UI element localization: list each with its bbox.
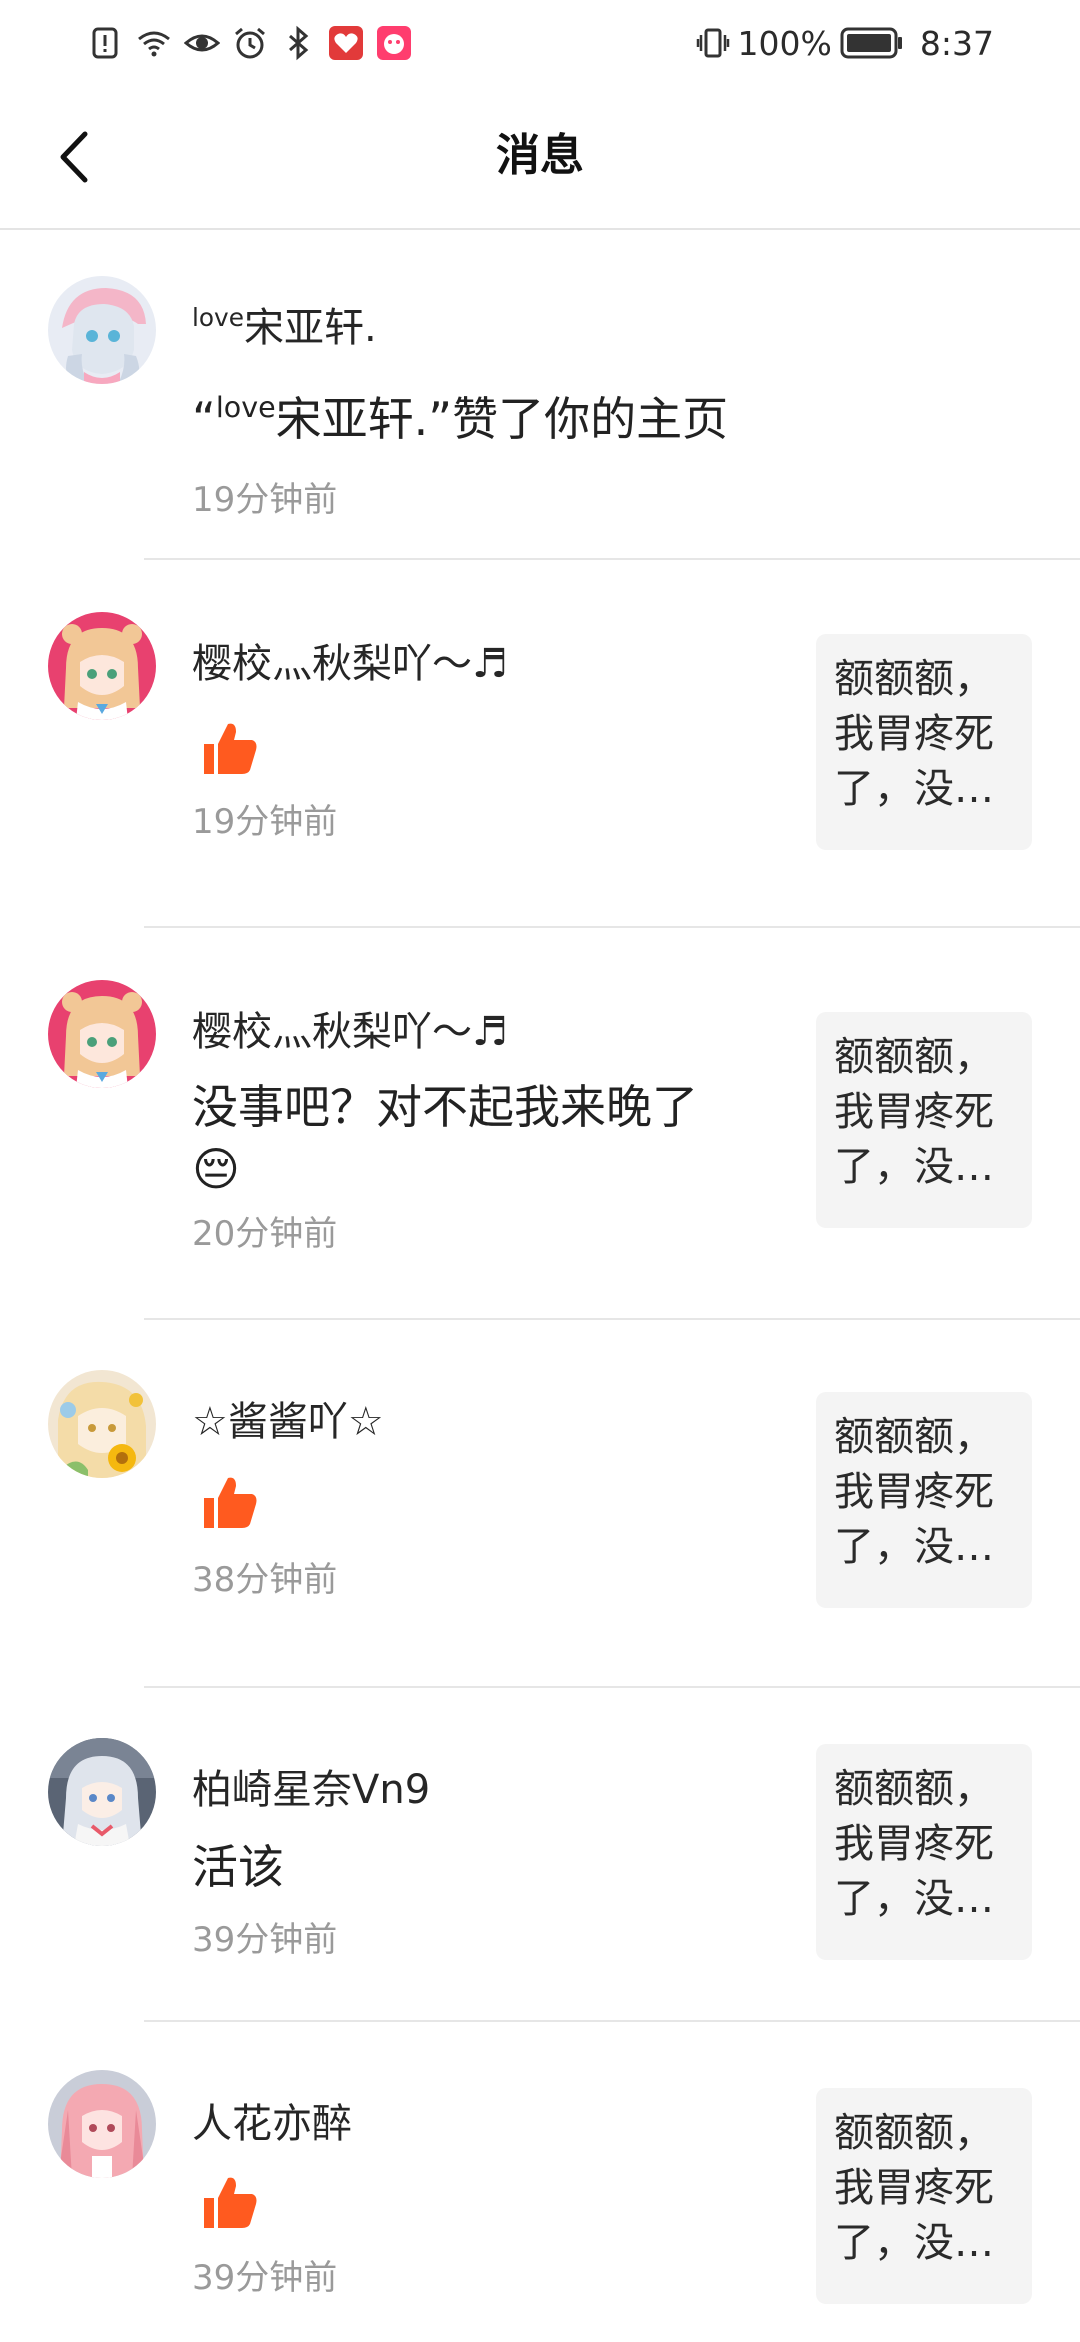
post-preview[interactable]: 额额额，我胃疼死了，没… — [816, 634, 1032, 850]
alarm-icon — [235, 27, 265, 59]
status-icons-left — [88, 20, 412, 66]
avatar[interactable] — [48, 1370, 156, 1478]
post-preview[interactable]: 额额额，我胃疼死了，没… — [816, 2088, 1032, 2304]
post-preview[interactable]: 额额额，我胃疼死了，没… — [816, 1012, 1032, 1228]
avatar[interactable] — [48, 1738, 156, 1846]
status-time: 8:37 — [919, 23, 994, 63]
avatar[interactable] — [48, 2070, 156, 2178]
avatar[interactable] — [48, 612, 156, 720]
message-text: “love宋亚轩.”赞了你的主页 — [192, 391, 729, 446]
avatar-image — [48, 276, 156, 384]
wifi-icon — [138, 31, 170, 57]
message-time: 19分钟前 — [192, 802, 338, 842]
message-item[interactable]: 人花亦醉 39分钟前 额额额，我胃疼死了，没… — [0, 2022, 1080, 2342]
message-time: 39分钟前 — [192, 2258, 338, 2298]
bluetooth-icon — [289, 25, 309, 61]
thumbs-up-icon — [204, 723, 257, 774]
avatar[interactable] — [48, 276, 156, 384]
app-icon-red — [329, 26, 363, 60]
sender-name[interactable]: love宋亚轩. — [192, 300, 377, 361]
battery-percent: 100% — [737, 23, 832, 63]
post-preview[interactable]: 额额额，我胃疼死了，没… — [816, 1744, 1032, 1960]
message-time: 38分钟前 — [192, 1560, 338, 1600]
thumbs-up-icon — [204, 2177, 257, 2228]
eye-icon — [184, 34, 220, 52]
page-title: 消息 — [496, 130, 584, 181]
avatar-image — [48, 2070, 156, 2178]
sender-name[interactable]: 柏崎星奈Vn9 — [192, 1762, 430, 1818]
message-time: 39分钟前 — [192, 1920, 338, 1960]
like-indicator — [200, 718, 260, 778]
message-text: 没事吧？对不起我来晚了😔 — [192, 1080, 698, 1196]
vibrate-icon — [696, 28, 729, 58]
post-preview-text: 额额额，我胃疼死了，没… — [834, 1034, 994, 1190]
avatar[interactable] — [48, 980, 156, 1088]
message-time: 19分钟前 — [192, 480, 338, 520]
app-icon-pink — [377, 26, 411, 60]
post-preview-text: 额额额，我胃疼死了，没… — [834, 656, 994, 812]
post-preview-text: 额额额，我胃疼死了，没… — [834, 2110, 994, 2266]
like-indicator — [200, 1472, 260, 1532]
nav-header: 消息 — [0, 86, 1080, 230]
message-time: 20分钟前 — [192, 1214, 338, 1254]
message-item[interactable]: ☆酱酱吖☆ 38分钟前 额额额，我胃疼死了，没… — [0, 1320, 1080, 1688]
sender-name[interactable]: 人花亦醉 — [192, 2096, 352, 2152]
like-indicator — [200, 2172, 260, 2232]
status-bar: 100% 8:37 — [0, 0, 1080, 86]
message-item[interactable]: 樱校灬秋梨吖～♬ 没事吧？对不起我来晚了😔 20分钟前 额额额，我胃疼死了，没… — [0, 928, 1080, 1320]
avatar-image — [48, 612, 156, 720]
message-item[interactable]: 柏崎星奈Vn9 活该 39分钟前 额额额，我胃疼死了，没… — [0, 1688, 1080, 2022]
thumbs-up-icon — [204, 1477, 257, 1528]
post-preview[interactable]: 额额额，我胃疼死了，没… — [816, 1392, 1032, 1608]
post-preview-text: 额额额，我胃疼死了，没… — [834, 1766, 994, 1922]
sender-name[interactable]: ☆酱酱吖☆ — [192, 1394, 384, 1450]
avatar-image — [48, 980, 156, 1088]
avatar-image — [48, 1370, 156, 1478]
message-list: love宋亚轩. “love宋亚轩.”赞了你的主页 19分钟前 樱校灬秋梨吖～♬ — [0, 230, 1080, 2342]
message-item[interactable]: 樱校灬秋梨吖～♬ 19分钟前 额额额，我胃疼死了，没… — [0, 560, 1080, 928]
alert-icon — [92, 27, 118, 59]
sender-name[interactable]: 樱校灬秋梨吖～♬ — [192, 636, 508, 692]
avatar-image — [48, 1738, 156, 1846]
battery-icon — [840, 27, 902, 59]
post-preview-text: 额额额，我胃疼死了，没… — [834, 1414, 994, 1570]
message-text: 活该 — [192, 1840, 284, 1894]
status-icons-right: 100% 8:37 — [696, 20, 994, 66]
message-item[interactable]: love宋亚轩. “love宋亚轩.”赞了你的主页 19分钟前 — [0, 230, 1080, 560]
sender-name[interactable]: 樱校灬秋梨吖～♬ — [192, 1004, 508, 1060]
